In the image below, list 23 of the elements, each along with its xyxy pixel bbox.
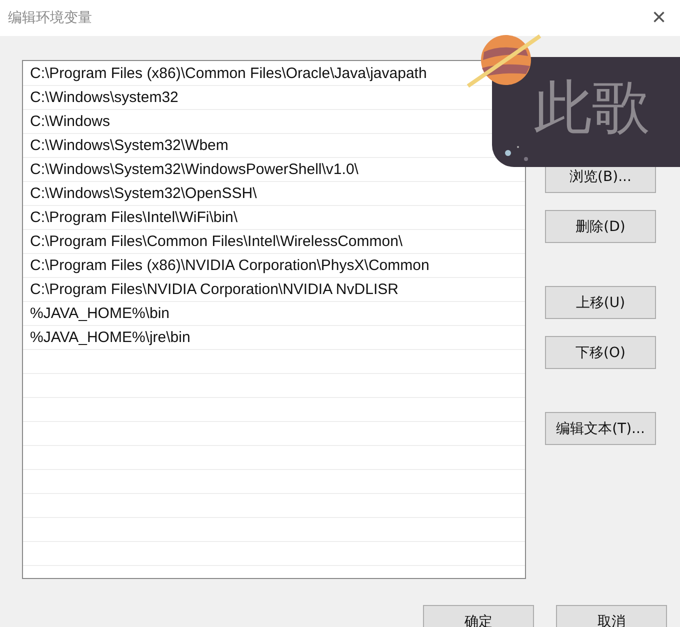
path-item[interactable]: C:\Windows\System32\Wbem [30,137,228,154]
side-button[interactable]: 下移(O) [545,336,656,369]
stars-drawing [504,143,529,162]
lyrics-toast[interactable]: 此歌 [492,57,680,167]
path-item[interactable]: C:\Windows [30,113,110,130]
side-button[interactable]: 上移(U) [545,286,656,319]
path-item[interactable]: C:\Program Files\NVIDIA Corporation\NVIDIA NvDLISR [30,281,398,298]
path-item[interactable]: C:\Windows\System32\OpenSSH\ [30,185,257,202]
window-title: 编辑环境变量 [8,9,92,27]
path-item[interactable]: C:\Windows\system32 [30,89,178,106]
side-button[interactable]: 删除(D) [545,210,656,243]
path-item[interactable]: C:\Program Files\Intel\WiFi\bin\ [30,209,238,226]
path-item[interactable]: %JAVA_HOME%\bin [30,305,170,322]
side-button[interactable]: 编辑文本(T)... [545,412,656,445]
close-button[interactable]: × [648,4,670,32]
dialog-button[interactable]: 取消 [556,605,667,627]
path-list[interactable] [22,60,526,579]
path-item[interactable]: C:\Windows\System32\WindowsPowerShell\v1.0\ [30,161,358,178]
path-item[interactable]: C:\Program Files (x86)\Common Files\Oracle\Java\javapath [30,65,427,82]
path-item[interactable]: C:\Program Files (x86)\NVIDIA Corporation\PhysX\Common [30,257,430,274]
path-item[interactable]: %JAVA_HOME%\jre\bin [30,329,190,346]
lyrics-text: 此歌 [534,73,650,143]
path-item[interactable]: C:\Program Files\Common Files\Intel\WirelessCommon\ [30,233,403,250]
